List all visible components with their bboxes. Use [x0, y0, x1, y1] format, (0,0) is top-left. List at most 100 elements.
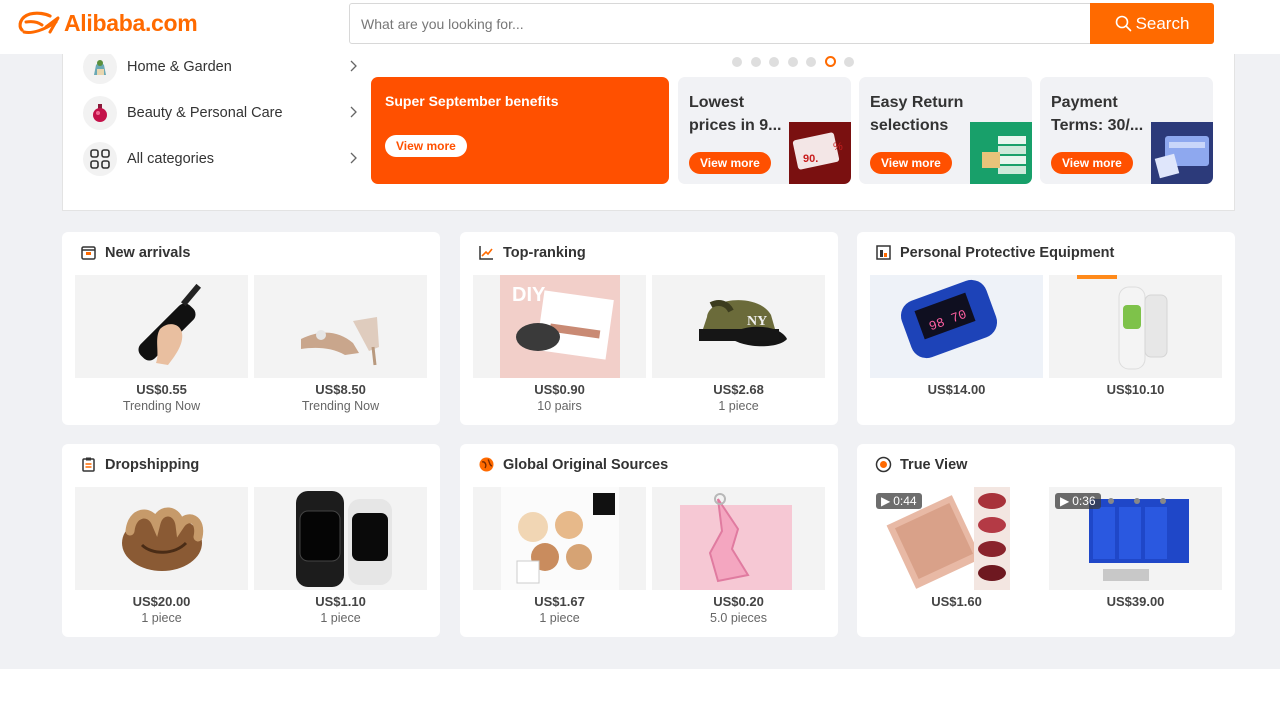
section-title: Personal Protective Equipment — [900, 244, 1115, 261]
promo-card-title: Payment Terms: 30/... — [1051, 94, 1144, 134]
oximeter-image[interactable]: 98 70 — [870, 275, 1043, 378]
battery-image[interactable]: ▶ 0:36 — [1049, 487, 1222, 590]
carousel-dot[interactable] — [750, 56, 761, 67]
carousel-dot[interactable] — [806, 56, 816, 67]
search-bar: Search — [349, 3, 1214, 44]
view-more-button[interactable]: View more — [1051, 152, 1133, 174]
category-label: Home & Garden — [127, 59, 232, 75]
glove-image[interactable] — [75, 487, 248, 590]
product-tile[interactable]: DIY US$0.90 10 pairs — [473, 275, 646, 413]
product-price: US$0.55 — [136, 382, 187, 397]
video-duration: 0:36 — [1072, 494, 1096, 508]
search-input[interactable] — [350, 4, 1090, 43]
promo-card-payment-terms[interactable]: Payment Terms: 30/... View more — [1040, 77, 1213, 184]
product-price: US$0.90 — [534, 382, 585, 397]
category-label: All categories — [127, 151, 215, 167]
carousel-dot[interactable] — [787, 56, 798, 67]
cap-image[interactable]: NY — [652, 275, 825, 378]
svg-text:NY: NY — [747, 314, 767, 329]
lipstick-image[interactable]: ▶ 0:44 — [870, 487, 1043, 590]
play-circle-icon — [875, 456, 892, 473]
price-tag-image: 90. % — [789, 122, 851, 184]
new-arrivals-icon — [80, 244, 97, 261]
category-home-garden[interactable]: Home & Garden — [83, 49, 358, 85]
section-header[interactable]: New arrivals — [80, 244, 190, 261]
section-title: Global Original Sources — [503, 456, 669, 473]
promo-card-easy-return[interactable]: Easy Return selections View more — [859, 77, 1032, 184]
section-header[interactable]: Top-ranking — [478, 244, 586, 261]
section-header[interactable]: Dropshipping — [80, 456, 199, 473]
heels-image[interactable] — [254, 275, 427, 378]
product-tile[interactable]: US$0.55 Trending Now — [75, 275, 248, 413]
section-card[interactable]: Top-ranking DIY US$0.90 10 pairs NY US$2.68 1 … — [460, 232, 838, 425]
category-beauty[interactable]: Beauty & Personal Care — [83, 95, 358, 131]
category-all[interactable]: All categories — [83, 141, 358, 177]
umbrella-image[interactable] — [75, 275, 248, 378]
product-tile[interactable]: US$1.10 1 piece — [254, 487, 427, 625]
view-more-button[interactable]: View more — [689, 152, 771, 174]
play-icon: ▶ — [1060, 494, 1070, 508]
lashes-image[interactable]: DIY — [473, 275, 646, 378]
smartwatch-image[interactable] — [254, 487, 427, 590]
product-price: US$1.67 — [534, 594, 585, 609]
product-price: US$20.00 — [132, 594, 191, 609]
return-box-image — [970, 122, 1032, 184]
carousel-dot[interactable] — [824, 56, 836, 67]
section-header[interactable]: True View — [875, 456, 967, 473]
view-more-button[interactable]: View more — [870, 152, 952, 174]
product-tile[interactable]: ▶ 0:44 US$1.60 — [870, 487, 1043, 609]
chevron-right-icon — [350, 60, 357, 72]
section-card[interactable]: New arrivals US$0.55 Trending Now US$8.50 Tr… — [62, 232, 440, 425]
carousel-dot[interactable] — [844, 56, 854, 67]
product-price: US$8.50 — [315, 382, 366, 397]
product-subtext: 1 piece — [141, 611, 182, 625]
section-title: Top-ranking — [503, 244, 586, 261]
header: Alibaba.com Search — [0, 0, 1280, 54]
ppe-icon — [875, 244, 892, 261]
product-tile[interactable]: US$0.20 5.0 pieces — [652, 487, 825, 625]
product-price: US$10.10 — [1106, 382, 1165, 397]
promo-main-banner[interactable]: Super September benefits View more — [371, 77, 669, 184]
eyeshadow-image[interactable] — [473, 487, 646, 590]
category-label: Beauty & Personal Care — [127, 105, 283, 121]
promo-card-title: Lowest prices in 9... — [689, 94, 782, 134]
section-card[interactable]: Dropshipping US$20.00 1 piece US$1.10 1 piec… — [62, 444, 440, 637]
carousel-dot[interactable] — [769, 56, 779, 67]
carousel-dot[interactable] — [732, 56, 742, 67]
search-icon — [1115, 15, 1131, 32]
product-subtext: 1 piece — [320, 611, 361, 625]
product-tile[interactable]: US$1.67 1 piece — [473, 487, 646, 625]
section-card[interactable]: True View ▶ 0:44 US$1.60 ▶ 0:36 US$39.00 — [857, 444, 1235, 637]
product-tile[interactable]: US$10.10 — [1049, 275, 1222, 397]
product-price: US$1.60 — [931, 594, 982, 609]
promo-card-lowest-prices[interactable]: Lowest prices in 9... View more 90. % — [678, 77, 851, 184]
alibaba-logo[interactable]: Alibaba.com — [16, 6, 198, 40]
promo-card-title: Easy Return selections — [870, 94, 964, 134]
product-tile[interactable]: US$20.00 1 piece — [75, 487, 248, 625]
svg-text:DIY: DIY — [512, 284, 546, 306]
product-price: US$39.00 — [1106, 594, 1165, 609]
keychain-image[interactable] — [652, 487, 825, 590]
trend-icon — [478, 244, 495, 261]
section-title: Dropshipping — [105, 456, 200, 473]
video-duration: 0:44 — [893, 494, 917, 508]
product-price: US$1.10 — [315, 594, 366, 609]
view-more-button[interactable]: View more — [385, 135, 467, 157]
section-card[interactable]: Global Original Sources US$1.67 1 piece US$… — [460, 444, 838, 637]
product-subtext: 5.0 pieces — [710, 611, 767, 625]
product-tile[interactable]: ▶ 0:36 US$39.00 — [1049, 487, 1222, 609]
chevron-right-icon — [350, 106, 357, 118]
product-tile[interactable]: US$8.50 Trending Now — [254, 275, 427, 413]
payment-card-image — [1151, 122, 1213, 184]
section-header[interactable]: Global Original Sources — [478, 456, 668, 473]
search-button[interactable]: Search — [1090, 3, 1214, 44]
product-tile[interactable]: NY US$2.68 1 piece — [652, 275, 825, 413]
video-duration-badge: ▶ 0:44 — [876, 493, 922, 509]
product-subtext: 1 piece — [718, 399, 759, 413]
section-title: New arrivals — [105, 244, 191, 261]
product-tile[interactable]: 98 70 US$14.00 — [870, 275, 1043, 397]
thermometer-image[interactable] — [1049, 275, 1222, 378]
section-header[interactable]: Personal Protective Equipment — [875, 244, 1114, 261]
section-card[interactable]: Personal Protective Equipment 98 70 US$14.… — [857, 232, 1235, 425]
alibaba-logo-icon — [18, 11, 60, 34]
